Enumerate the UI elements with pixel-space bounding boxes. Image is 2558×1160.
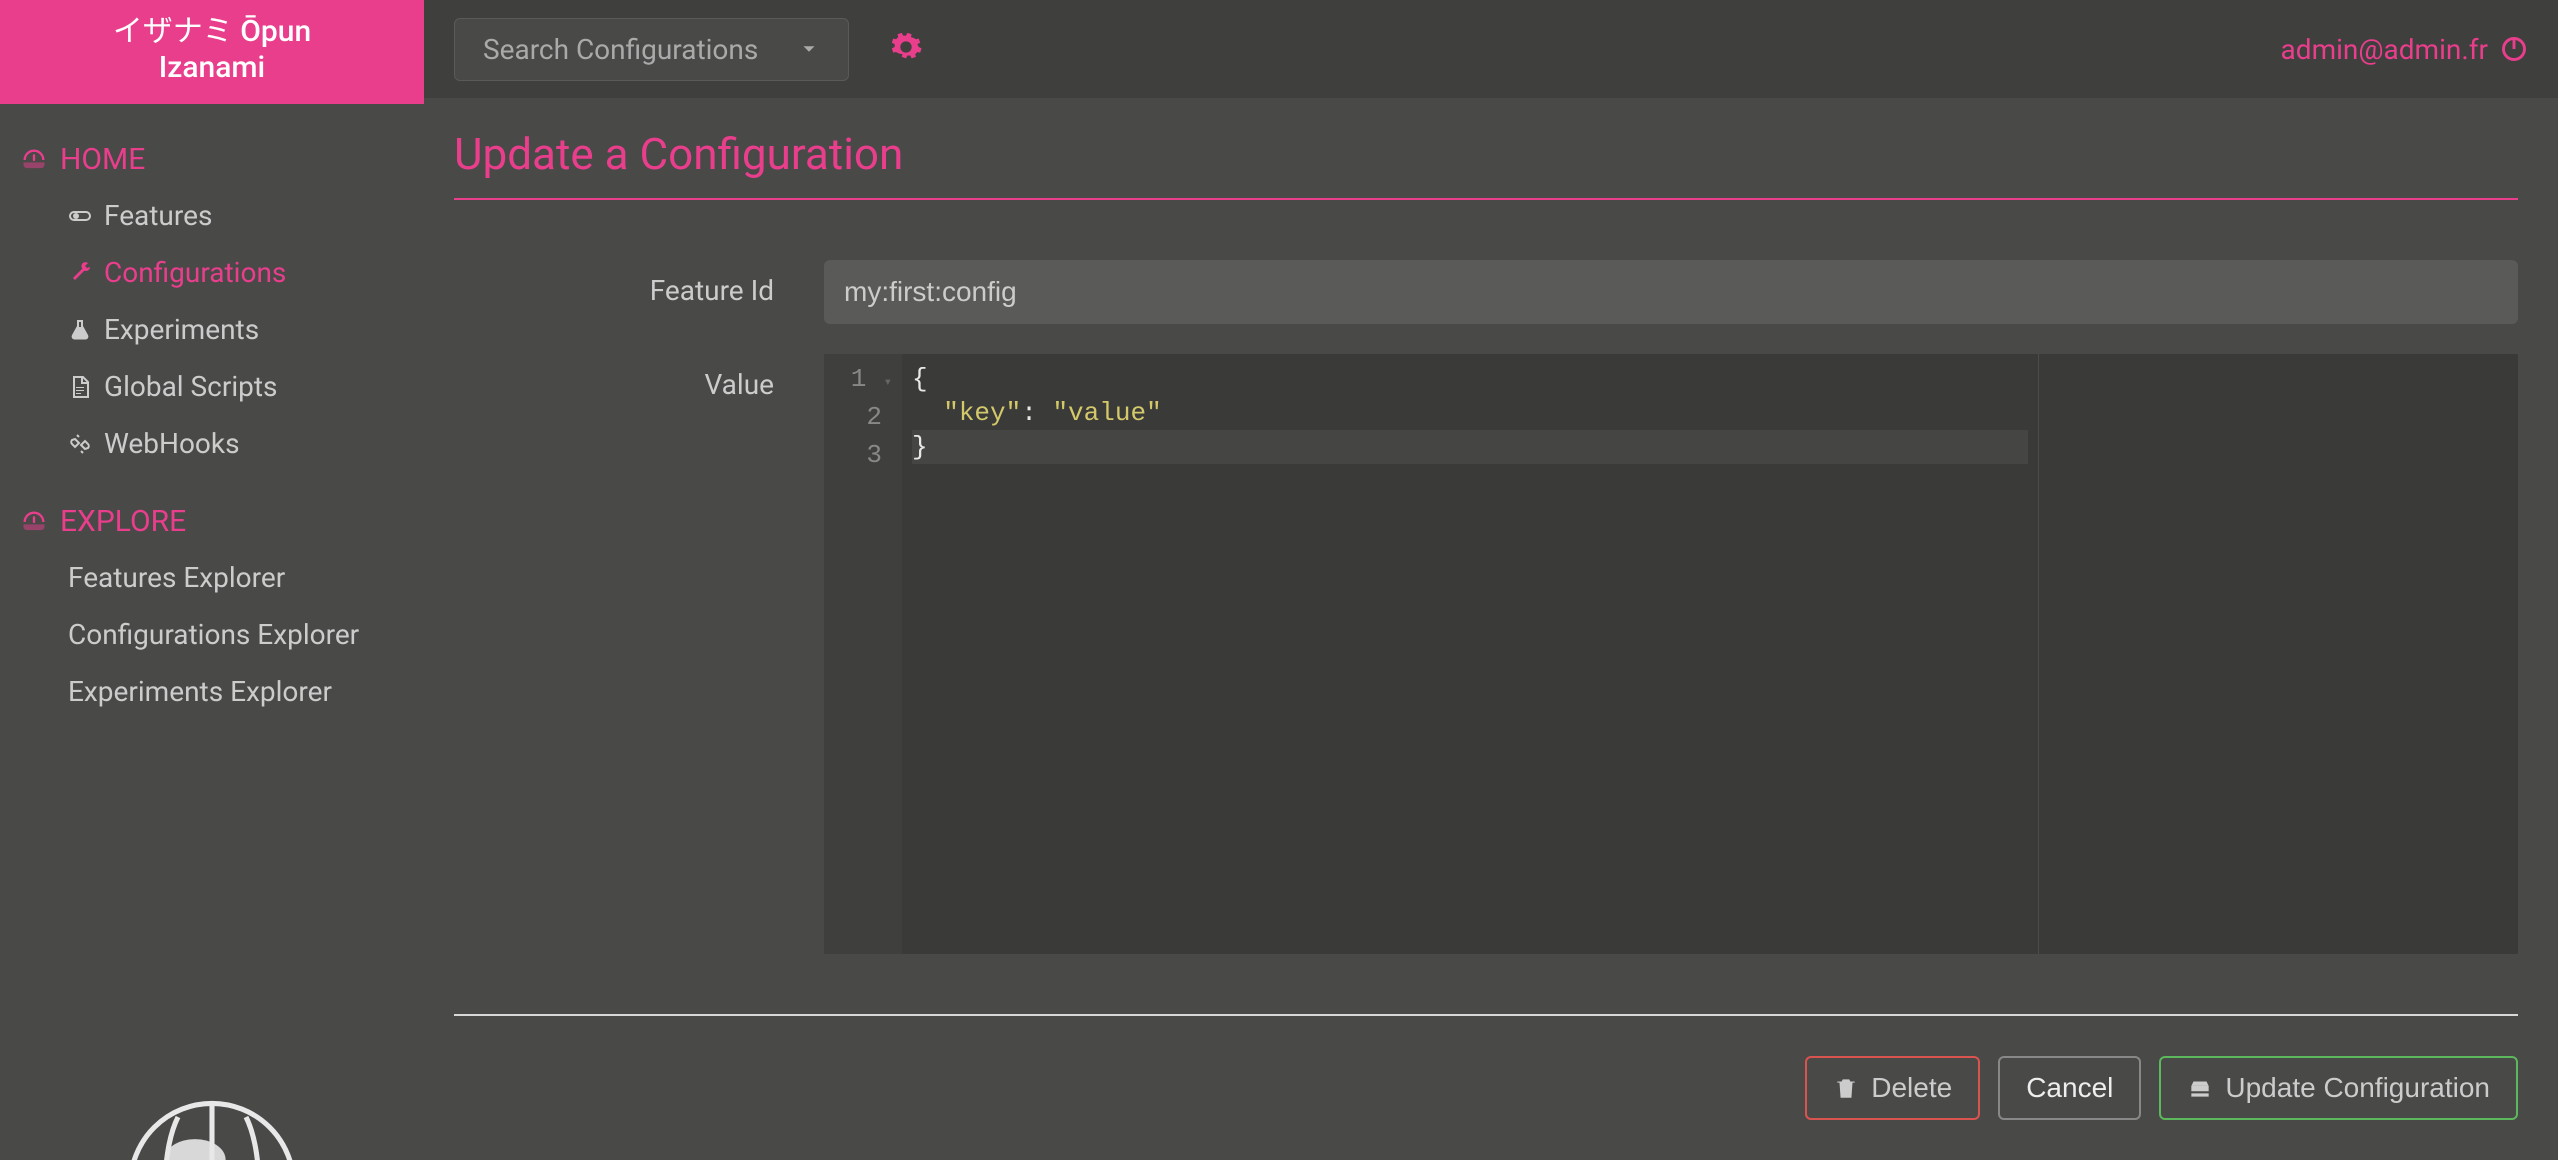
plug-icon [68,432,92,456]
gear-icon [889,30,923,64]
sidebar-nav: HOME Features Configurations Experiments… [0,104,424,720]
wrench-icon [68,261,92,285]
sidebar-item-features-explorer[interactable]: Features Explorer [20,549,424,606]
page-title: Update a Configuration [454,128,2518,200]
sidebar-item-configurations[interactable]: Configurations [20,244,424,301]
brand-logo[interactable]: イザナミ Ōpun Izanami [0,0,424,104]
brand-line1: イザナミ Ōpun [10,14,414,50]
search-select[interactable]: Search Configurations [454,18,849,81]
flask-icon [68,318,92,342]
disk-icon [2187,1075,2213,1101]
sidebar-item-label: Configurations Explorer [68,618,359,651]
chevron-down-icon [798,38,820,60]
sidebar-item-label: Configurations [104,256,286,289]
sidebar-item-label: Experiments [104,313,259,346]
sidebar-heading-home-label: HOME [60,142,145,177]
sidebar-item-experiments-explorer[interactable]: Experiments Explorer [20,663,424,720]
code-gutter: 1 ▾ 2 3 [824,354,902,954]
main-area: Search Configurations admin@admin.fr Upd… [424,0,2558,1160]
code-area[interactable]: { "key": "value" } [902,354,2038,954]
sidebar-heading-explore[interactable]: EXPLORE [20,494,424,549]
fold-icon[interactable]: ▾ [882,366,892,400]
sidebar-item-label: Features Explorer [68,561,285,594]
divider [454,1014,2518,1016]
globe-icon [127,1100,297,1160]
file-icon [68,375,92,399]
settings-button[interactable] [889,30,923,68]
toggle-icon [68,204,92,228]
sidebar: イザナミ Ōpun Izanami HOME Features Configur… [0,0,424,1160]
user-menu[interactable]: admin@admin.fr [2281,33,2528,66]
dashboard-icon [20,508,48,536]
label-feature-id: Feature Id [454,260,824,307]
sidebar-heading-explore-label: EXPLORE [60,504,186,539]
code-scroll-region [2038,354,2518,954]
sidebar-item-label: Features [104,199,212,232]
search-placeholder: Search Configurations [483,33,758,66]
update-button[interactable]: Update Configuration [2159,1056,2518,1120]
sidebar-item-label: WebHooks [104,427,240,460]
feature-id-input[interactable] [824,260,2518,324]
sidebar-heading-home[interactable]: HOME [20,132,424,187]
sidebar-item-global-scripts[interactable]: Global Scripts [20,358,424,415]
code-editor[interactable]: 1 ▾ 2 3 { "key": "value" } [824,354,2518,954]
sidebar-item-webhooks[interactable]: WebHooks [20,415,424,472]
action-row: Delete Cancel Update Configuration [454,1056,2518,1130]
sidebar-item-features[interactable]: Features [20,187,424,244]
cancel-button-label: Cancel [2026,1072,2113,1104]
trash-icon [1833,1075,1859,1101]
user-email: admin@admin.fr [2281,33,2488,66]
sidebar-item-label: Global Scripts [104,370,277,403]
sidebar-item-experiments[interactable]: Experiments [20,301,424,358]
cancel-button[interactable]: Cancel [1998,1056,2141,1120]
update-button-label: Update Configuration [2225,1072,2490,1104]
sidebar-footer [0,1100,424,1160]
content: Update a Configuration Feature Id Value … [424,98,2558,1160]
topbar: Search Configurations admin@admin.fr [424,0,2558,98]
form-row-feature-id: Feature Id [454,260,2518,324]
brand-line2: Izanami [10,50,414,86]
power-icon [2500,35,2528,63]
sidebar-item-label: Experiments Explorer [68,675,332,708]
sidebar-item-configurations-explorer[interactable]: Configurations Explorer [20,606,424,663]
form-row-value: Value 1 ▾ 2 3 { "key": "value" } [454,354,2518,954]
delete-button[interactable]: Delete [1805,1056,1980,1120]
label-value: Value [454,354,824,401]
delete-button-label: Delete [1871,1072,1952,1104]
dashboard-icon [20,146,48,174]
